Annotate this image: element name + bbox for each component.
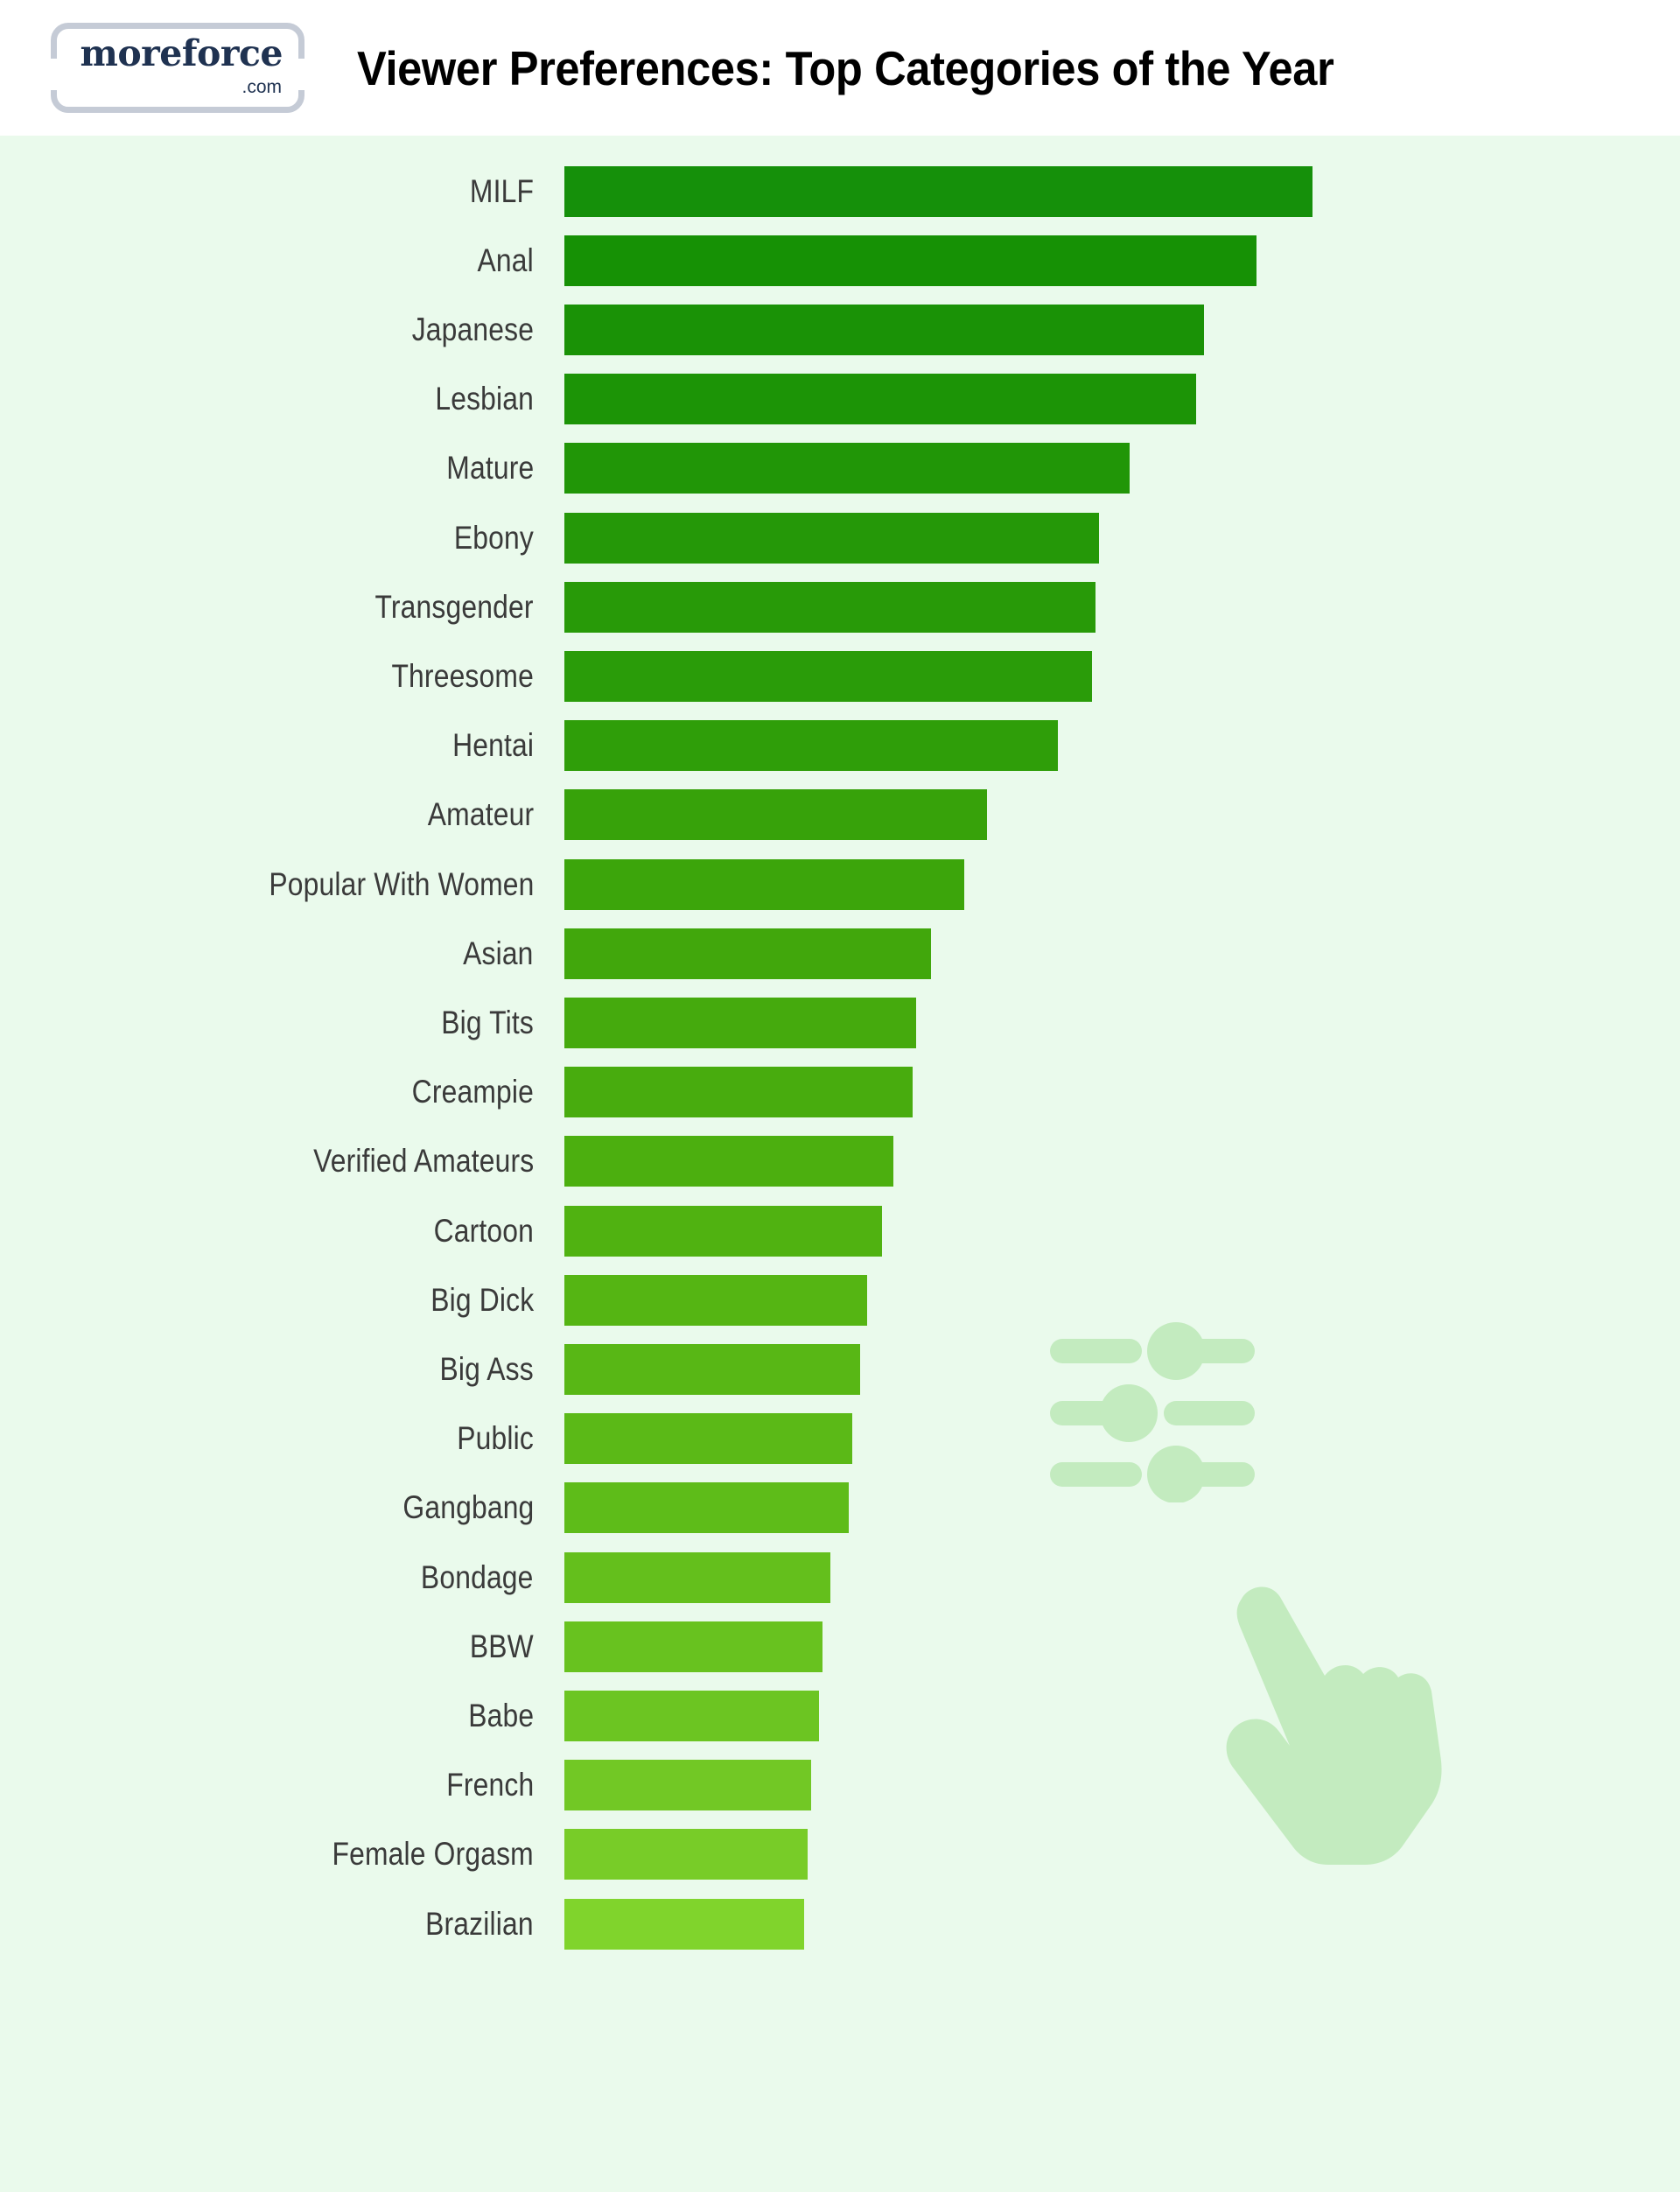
bar-row: Anal <box>0 226 1680 295</box>
bar-category-label: Amateur <box>427 796 534 833</box>
bar-row: Gangbang <box>0 1474 1680 1543</box>
bar-category-label: Anal <box>477 242 534 278</box>
bar-category-label: Mature <box>445 450 534 487</box>
bar-category-label: Brazilian <box>425 1905 534 1942</box>
bar-category-label: Cartoon <box>433 1212 534 1249</box>
bar-category-label: Verified Amateurs <box>312 1143 534 1180</box>
bar-category-label: Babe <box>467 1697 534 1733</box>
bar-category-label: Transgender <box>374 588 534 625</box>
bar-category-label: Gangbang <box>402 1489 534 1526</box>
bar <box>564 650 1092 702</box>
bar <box>564 165 1312 217</box>
logo-notch-left <box>51 59 59 90</box>
bar-row: Threesome <box>0 641 1680 711</box>
bar-category-label: Creampie <box>411 1074 534 1110</box>
hand-pointer-icon <box>1226 1586 1442 1865</box>
bar-category-label: Big Dick <box>430 1281 534 1318</box>
bar-category-label: Hentai <box>452 727 534 764</box>
page-header: moreforce .com Viewer Preferences: Top C… <box>0 0 1680 136</box>
bar-category-label: MILF <box>469 172 534 209</box>
bar <box>564 1343 860 1395</box>
bar-row: Cartoon <box>0 1196 1680 1265</box>
bar <box>564 1274 868 1326</box>
bar-row: Big Ass <box>0 1334 1680 1404</box>
bar <box>564 928 931 979</box>
bar-category-label: French <box>445 1767 534 1803</box>
logo-tld: .com <box>242 77 282 97</box>
bar-row: Mature <box>0 434 1680 503</box>
bar <box>564 997 916 1048</box>
sliders-icon <box>1050 1322 1255 1502</box>
bar <box>564 789 988 841</box>
bar-row: Public <box>0 1404 1680 1474</box>
bar-row: Brazilian <box>0 1889 1680 1958</box>
bar-category-label: Lesbian <box>435 381 534 417</box>
bar <box>564 1829 808 1880</box>
bar-category-label: Big Ass <box>439 1350 534 1387</box>
bar <box>564 858 965 910</box>
bar <box>564 1690 819 1741</box>
bar <box>564 512 1100 564</box>
bar <box>564 443 1130 494</box>
bar <box>564 374 1197 425</box>
bar-row: Big Tits <box>0 988 1680 1057</box>
logo-wordmark: moreforce <box>80 32 283 74</box>
bar-category-label: BBW <box>469 1628 534 1664</box>
bar-category-label: Big Tits <box>441 1004 534 1040</box>
bar <box>564 1551 830 1603</box>
bar-row: Creampie <box>0 1058 1680 1127</box>
bar <box>564 1898 804 1950</box>
moreforce-logo: moreforce .com <box>51 23 304 113</box>
bar-row: Transgender <box>0 572 1680 641</box>
bar-category-label: Asian <box>463 935 534 971</box>
bar <box>564 581 1096 633</box>
bar <box>564 1067 913 1118</box>
bar-chart: MILF Anal Japanese Lesbian Mature Ebony Transg… <box>0 136 1680 2192</box>
bar <box>564 304 1205 355</box>
bar-category-label: Japanese <box>411 311 534 347</box>
bar-category-label: Ebony <box>453 519 534 556</box>
bar-row: Popular With Women <box>0 850 1680 919</box>
bar <box>564 1205 883 1257</box>
bar-row: Asian <box>0 919 1680 988</box>
bar <box>564 1482 849 1534</box>
bar <box>564 1136 894 1187</box>
bar <box>564 720 1059 772</box>
bar <box>564 1413 853 1465</box>
bar <box>564 1621 822 1672</box>
page-title: Viewer Preferences: Top Categories of th… <box>357 40 1334 95</box>
bar-row: Big Dick <box>0 1265 1680 1334</box>
infographic-page: moreforce .com Viewer Preferences: Top C… <box>0 0 1680 2192</box>
bar-category-label: Bondage <box>421 1558 534 1595</box>
bar-row: Hentai <box>0 711 1680 781</box>
bar-category-label: Public <box>457 1420 534 1457</box>
bar-row: Ebony <box>0 503 1680 572</box>
bar-row: Verified Amateurs <box>0 1127 1680 1196</box>
bar <box>564 1760 812 1811</box>
bar-category-label: Popular With Women <box>268 865 534 902</box>
bar-row: Lesbian <box>0 365 1680 434</box>
bar <box>564 235 1256 286</box>
bar-category-label: Threesome <box>391 657 534 694</box>
bar-chart-plot-area: MILF Anal Japanese Lesbian Mature Ebony Transg… <box>0 136 1680 2192</box>
bar-row: Japanese <box>0 295 1680 364</box>
logo-notch-right <box>297 59 304 90</box>
bar-row: MILF <box>0 157 1680 226</box>
bar-row: Amateur <box>0 781 1680 850</box>
bar-category-label: Female Orgasm <box>332 1836 534 1873</box>
